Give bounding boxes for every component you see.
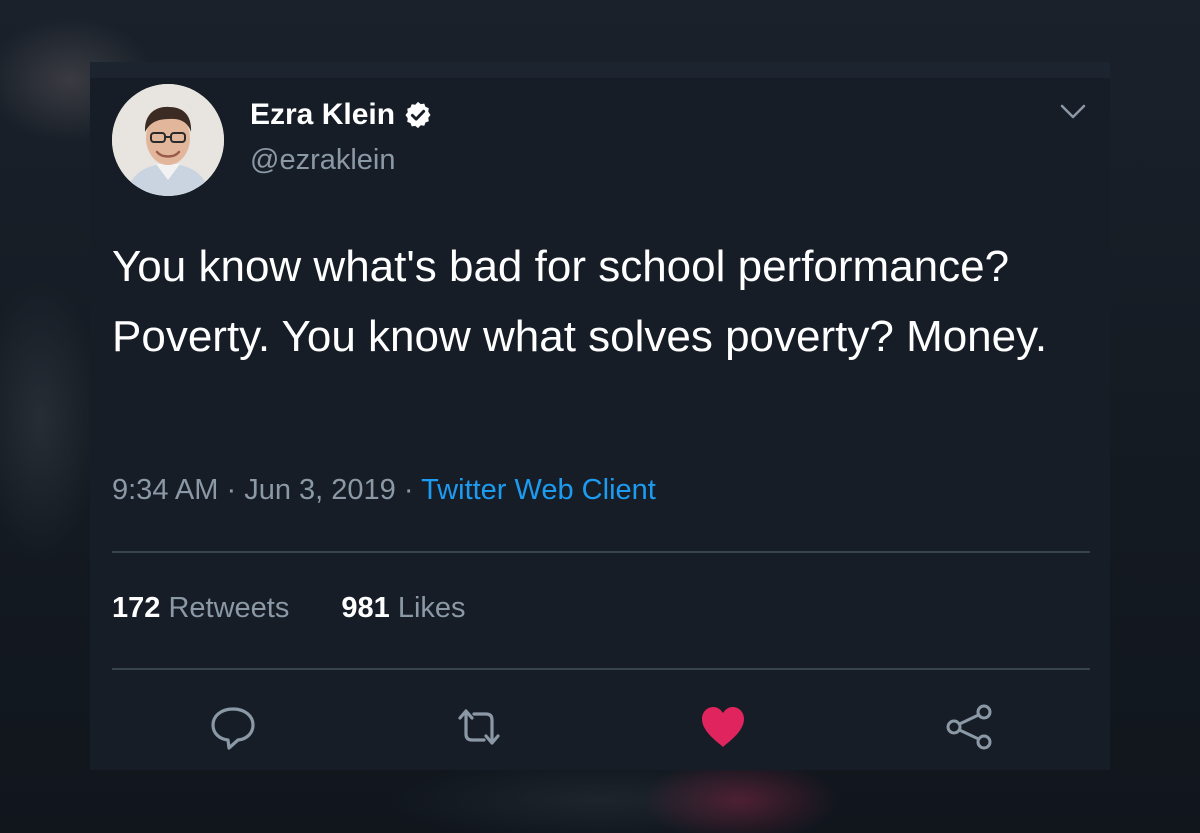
- tweet-actions: [90, 702, 1110, 752]
- divider: [112, 551, 1090, 553]
- retweets-count: 172: [112, 592, 161, 624]
- share-icon[interactable]: [944, 702, 994, 752]
- likes-label: Likes: [397, 592, 466, 624]
- author-display-name[interactable]: Ezra Klein: [250, 98, 395, 132]
- tweet-meta: 9:34 AM · Jun 3, 2019 · Twitter Web Clie…: [112, 474, 656, 507]
- tweet-source-link[interactable]: Twitter Web Client: [421, 474, 656, 506]
- verified-badge-icon: [403, 100, 433, 130]
- retweet-icon[interactable]: [454, 702, 504, 752]
- likes-count: 981: [341, 592, 390, 624]
- chevron-down-icon[interactable]: [1058, 100, 1088, 124]
- likes-stat[interactable]: 981 Likes: [341, 592, 465, 624]
- tweet-text: You know what's bad for school performan…: [112, 242, 1048, 361]
- meta-separator: ·: [403, 474, 414, 506]
- tweet-time[interactable]: 9:34 AM: [112, 474, 218, 506]
- divider: [112, 668, 1090, 670]
- author-name-row[interactable]: Ezra Klein: [250, 98, 433, 132]
- tweet-card: Ezra Klein @ezraklein You know what's ba…: [90, 62, 1110, 770]
- retweets-stat[interactable]: 172 Retweets: [112, 592, 297, 624]
- card-top-edge: [90, 62, 1110, 78]
- reply-icon[interactable]: [208, 702, 258, 752]
- author-handle[interactable]: @ezraklein: [250, 144, 396, 177]
- retweets-label: Retweets: [168, 592, 290, 624]
- tweet-date[interactable]: Jun 3, 2019: [244, 474, 396, 506]
- avatar[interactable]: [112, 84, 224, 196]
- meta-separator: ·: [226, 474, 237, 506]
- tweet-stats: 172 Retweets 981 Likes: [112, 592, 510, 625]
- heart-icon[interactable]: [698, 702, 748, 752]
